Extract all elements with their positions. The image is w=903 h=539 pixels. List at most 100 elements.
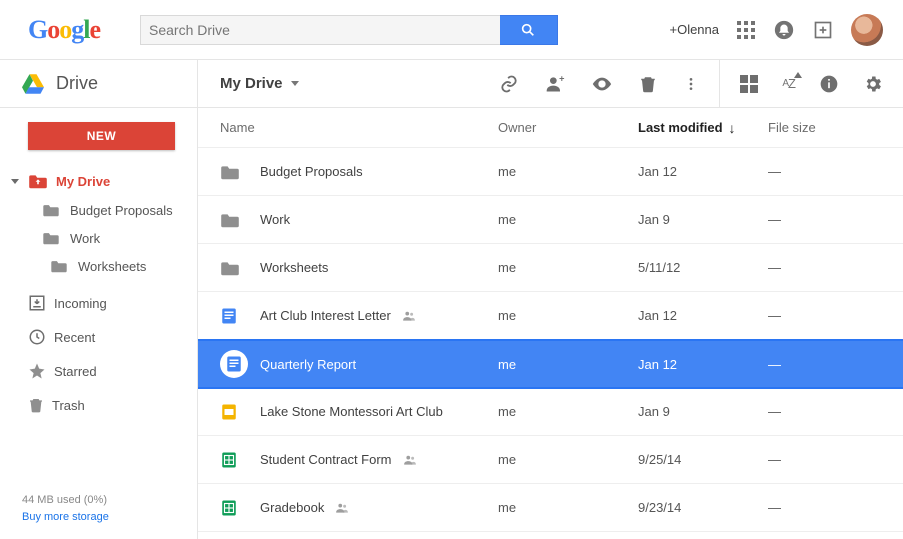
- new-button[interactable]: NEW: [28, 122, 175, 150]
- file-row[interactable]: Worksheets me5/11/12—: [198, 244, 903, 292]
- sidebar-item-label: Trash: [52, 398, 85, 413]
- sidebar-item-trash[interactable]: Trash: [0, 388, 197, 422]
- file-name: Student Contract Form: [260, 452, 392, 467]
- file-type-icon: [220, 403, 260, 421]
- file-size: —: [768, 357, 903, 372]
- file-modified: Jan 9: [638, 404, 768, 419]
- view-options: AZ: [719, 60, 903, 107]
- file-modified: Jan 9: [638, 212, 768, 227]
- storage-info: 44 MB used (0%) Buy more storage: [0, 492, 197, 539]
- app-bar: Drive My Drive +: [0, 60, 903, 108]
- grid-view-icon[interactable]: [740, 75, 758, 93]
- file-row[interactable]: Quarterly ReportmeJan 12—: [198, 340, 903, 388]
- selection-actions: +: [499, 73, 719, 95]
- expand-toggle-icon[interactable]: [10, 179, 20, 184]
- column-headers: Name Owner Last modified ↓ File size: [198, 108, 903, 148]
- file-owner: me: [498, 164, 638, 179]
- notifications-icon[interactable]: [773, 19, 795, 41]
- sidebar: NEW My Drive Budget Proposals Work Works…: [0, 108, 198, 539]
- app-name: Drive: [56, 73, 98, 94]
- file-row[interactable]: Lake Stone Montessori Art ClubmeJan 9—: [198, 388, 903, 436]
- file-size: —: [768, 308, 903, 323]
- file-owner: me: [498, 357, 638, 372]
- file-name: Quarterly Report: [260, 357, 356, 372]
- more-vert-icon[interactable]: [683, 74, 699, 94]
- file-type-icon: [220, 164, 260, 180]
- file-name: Budget Proposals: [260, 164, 363, 179]
- file-type-icon: [220, 499, 260, 517]
- apps-grid-icon[interactable]: [737, 21, 755, 39]
- clock-icon: [28, 328, 46, 346]
- google-logo[interactable]: Google: [28, 15, 100, 45]
- column-name[interactable]: Name: [220, 120, 498, 135]
- settings-gear-icon[interactable]: [863, 74, 883, 94]
- file-row[interactable]: Art Club Interest LettermeJan 12—: [198, 292, 903, 340]
- buy-storage-link[interactable]: Buy more storage: [22, 511, 109, 523]
- sidebar-item-mydrive[interactable]: My Drive: [0, 166, 197, 196]
- file-row[interactable]: Budget ProposalsmeJan 12—: [198, 148, 903, 196]
- file-name: Worksheets: [260, 260, 328, 275]
- file-size: —: [768, 452, 903, 467]
- file-size: —: [768, 164, 903, 179]
- column-size[interactable]: File size: [768, 120, 903, 135]
- file-owner: me: [498, 308, 638, 323]
- appbar-brand[interactable]: Drive: [0, 60, 198, 107]
- google-plus-link[interactable]: +Olenna: [669, 22, 719, 37]
- share-add-icon[interactable]: [813, 20, 833, 40]
- file-size: —: [768, 212, 903, 227]
- avatar[interactable]: [851, 14, 883, 46]
- file-owner: me: [498, 500, 638, 515]
- file-row[interactable]: Work meJan 9—: [198, 196, 903, 244]
- sidebar-child-work[interactable]: Work: [0, 224, 197, 252]
- file-type-icon: [220, 307, 260, 325]
- file-list: Name Owner Last modified ↓ File size Bud…: [198, 108, 903, 539]
- trash-icon: [28, 396, 44, 414]
- sidebar-item-label: Budget Proposals: [70, 203, 173, 218]
- file-owner: me: [498, 212, 638, 227]
- sidebar-item-label: My Drive: [56, 174, 110, 189]
- breadcrumb[interactable]: My Drive: [220, 75, 299, 92]
- preview-eye-icon[interactable]: [591, 73, 613, 95]
- file-size: —: [768, 500, 903, 515]
- incoming-icon: [28, 294, 46, 312]
- file-modified: 5/11/12: [638, 260, 768, 275]
- sort-descending-icon: ↓: [729, 121, 736, 135]
- share-person-icon[interactable]: +: [545, 74, 565, 94]
- column-modified-label: Last modified: [638, 120, 723, 135]
- folder-icon: [50, 259, 68, 273]
- delete-trash-icon[interactable]: [639, 74, 657, 94]
- sidebar-child-worksheets[interactable]: Worksheets: [0, 252, 197, 280]
- svg-text:+: +: [560, 74, 565, 84]
- column-owner[interactable]: Owner: [498, 120, 638, 135]
- sidebar-item-incoming[interactable]: Incoming: [0, 286, 197, 320]
- user-area: +Olenna: [669, 14, 893, 46]
- sidebar-item-starred[interactable]: Starred: [0, 354, 197, 388]
- shared-icon: [334, 501, 350, 515]
- file-owner: me: [498, 404, 638, 419]
- file-row[interactable]: Gradebookme9/23/14—: [198, 484, 903, 532]
- file-owner: me: [498, 260, 638, 275]
- main-area: NEW My Drive Budget Proposals Work Works…: [0, 108, 903, 539]
- file-modified: 9/23/14: [638, 500, 768, 515]
- sidebar-item-label: Work: [70, 231, 100, 246]
- chevron-down-icon: [291, 81, 299, 86]
- star-icon: [28, 362, 46, 380]
- drive-logo-icon: [22, 73, 44, 95]
- file-type-icon: [220, 212, 260, 228]
- column-modified[interactable]: Last modified ↓: [638, 120, 768, 135]
- file-type-icon: [220, 350, 260, 378]
- file-size: —: [768, 260, 903, 275]
- file-row[interactable]: Student Contract Formme9/25/14—: [198, 436, 903, 484]
- top-bar: Google +Olenna: [0, 0, 903, 60]
- file-name: Work: [260, 212, 290, 227]
- search-button[interactable]: [498, 15, 558, 45]
- storage-used-label: 44 MB used (0%): [22, 492, 197, 510]
- sort-az-icon[interactable]: AZ: [782, 76, 795, 91]
- get-link-icon[interactable]: [499, 74, 519, 94]
- sidebar-child-budget-proposals[interactable]: Budget Proposals: [0, 196, 197, 224]
- search-input[interactable]: [140, 15, 500, 45]
- folder-upload-icon: [28, 173, 48, 189]
- sidebar-item-recent[interactable]: Recent: [0, 320, 197, 354]
- info-icon[interactable]: [819, 74, 839, 94]
- sidebar-item-label: Starred: [54, 364, 97, 379]
